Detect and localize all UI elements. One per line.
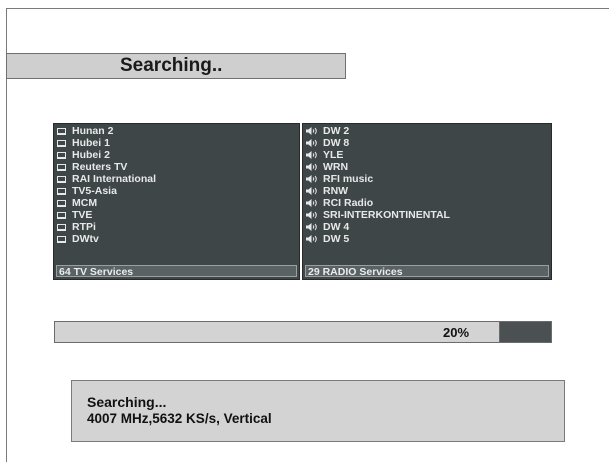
progress-fill: [55, 322, 500, 342]
speaker-icon: [306, 187, 317, 195]
list-item[interactable]: DW 2: [305, 125, 549, 137]
transponder-info: 4007 MHz,5632 KS/s, Vertical: [87, 411, 272, 426]
title-bar: Searching..: [6, 53, 346, 79]
tv-icon: [57, 199, 66, 207]
list-item[interactable]: TVE: [56, 209, 297, 221]
tv-services-count: 64 TV Services: [56, 265, 297, 278]
channel-name: DW 2: [323, 125, 350, 137]
speaker-icon: [306, 223, 317, 231]
channel-name: DW 4: [323, 221, 350, 233]
tv-icon: [57, 223, 66, 231]
list-item[interactable]: Reuters TV: [56, 161, 297, 173]
tv-icon: [57, 187, 66, 195]
tv-icon: [57, 235, 66, 243]
radio-services-count: 29 RADIO Services: [305, 265, 549, 278]
channel-name: Hubei 1: [72, 137, 110, 149]
list-item[interactable]: MCM: [56, 197, 297, 209]
progress-percent: 20%: [443, 325, 470, 340]
list-item[interactable]: DW 4: [305, 221, 549, 233]
page-title: Searching..: [120, 55, 223, 76]
channel-name: RTPi: [72, 221, 96, 233]
list-item[interactable]: RNW: [305, 185, 549, 197]
speaker-icon: [306, 235, 317, 243]
tv-icon: [57, 127, 66, 135]
speaker-icon: [306, 163, 317, 171]
search-status-label: Searching...: [87, 394, 167, 410]
channel-name: YLE: [323, 149, 344, 161]
speaker-icon: [306, 211, 317, 219]
channel-name: TVE: [72, 209, 93, 221]
channel-name: DW 8: [323, 137, 350, 149]
channel-name: Hubei 2: [72, 149, 110, 161]
list-item[interactable]: TV5-Asia: [56, 185, 297, 197]
list-item[interactable]: Hubei 2: [56, 149, 297, 161]
list-item[interactable]: DW 8: [305, 137, 549, 149]
list-item[interactable]: Hunan 2: [56, 125, 297, 137]
list-item[interactable]: RAI International: [56, 173, 297, 185]
list-item[interactable]: WRN: [305, 161, 549, 173]
speaker-icon: [306, 139, 317, 147]
channel-name: Hunan 2: [72, 125, 114, 137]
channel-name: WRN: [323, 161, 349, 173]
radio-channel-list: DW 2 DW 8 YLE WRN RFI music RNW RCI Radio SRI-I…: [305, 125, 549, 245]
channel-name: DW 5: [323, 233, 350, 245]
channel-name: Reuters TV: [72, 161, 128, 173]
search-status-box: Searching... 4007 MHz,5632 KS/s, Vertica…: [71, 380, 565, 442]
channel-name: DWtv: [72, 233, 99, 245]
tv-icon: [57, 151, 66, 159]
channel-name: MCM: [72, 197, 98, 209]
tv-channel-list: Hunan 2 Hubei 1 Hubei 2 Reuters TV RAI Inter…: [56, 125, 297, 245]
list-item[interactable]: RFI music: [305, 173, 549, 185]
channel-name: TV5-Asia: [72, 185, 117, 197]
channel-name: SRI-INTERKONTINENTAL: [323, 209, 450, 221]
tv-icon: [57, 175, 66, 183]
channel-name: RNW: [323, 185, 349, 197]
radio-services-list[interactable]: DW 2 DW 8 YLE WRN RFI music RNW RCI Radio SRI-I…: [302, 123, 552, 280]
tv-icon: [57, 211, 66, 219]
channel-name: RFI music: [323, 173, 374, 185]
speaker-icon: [306, 199, 317, 207]
tv-icon: [57, 139, 66, 147]
list-item[interactable]: SRI-INTERKONTINENTAL: [305, 209, 549, 221]
channel-name: RCI Radio: [323, 197, 374, 209]
speaker-icon: [306, 127, 317, 135]
list-item[interactable]: Hubei 1: [56, 137, 297, 149]
list-item[interactable]: RTPi: [56, 221, 297, 233]
tv-services-list[interactable]: Hunan 2 Hubei 1 Hubei 2 Reuters TV RAI Inter…: [53, 123, 300, 280]
search-progress-bar: 20%: [54, 321, 552, 343]
list-item[interactable]: DW 5: [305, 233, 549, 245]
list-item[interactable]: RCI Radio: [305, 197, 549, 209]
tv-icon: [57, 163, 66, 171]
list-item[interactable]: YLE: [305, 149, 549, 161]
channel-name: RAI International: [72, 173, 157, 185]
speaker-icon: [306, 175, 317, 183]
list-item[interactable]: DWtv: [56, 233, 297, 245]
speaker-icon: [306, 151, 317, 159]
